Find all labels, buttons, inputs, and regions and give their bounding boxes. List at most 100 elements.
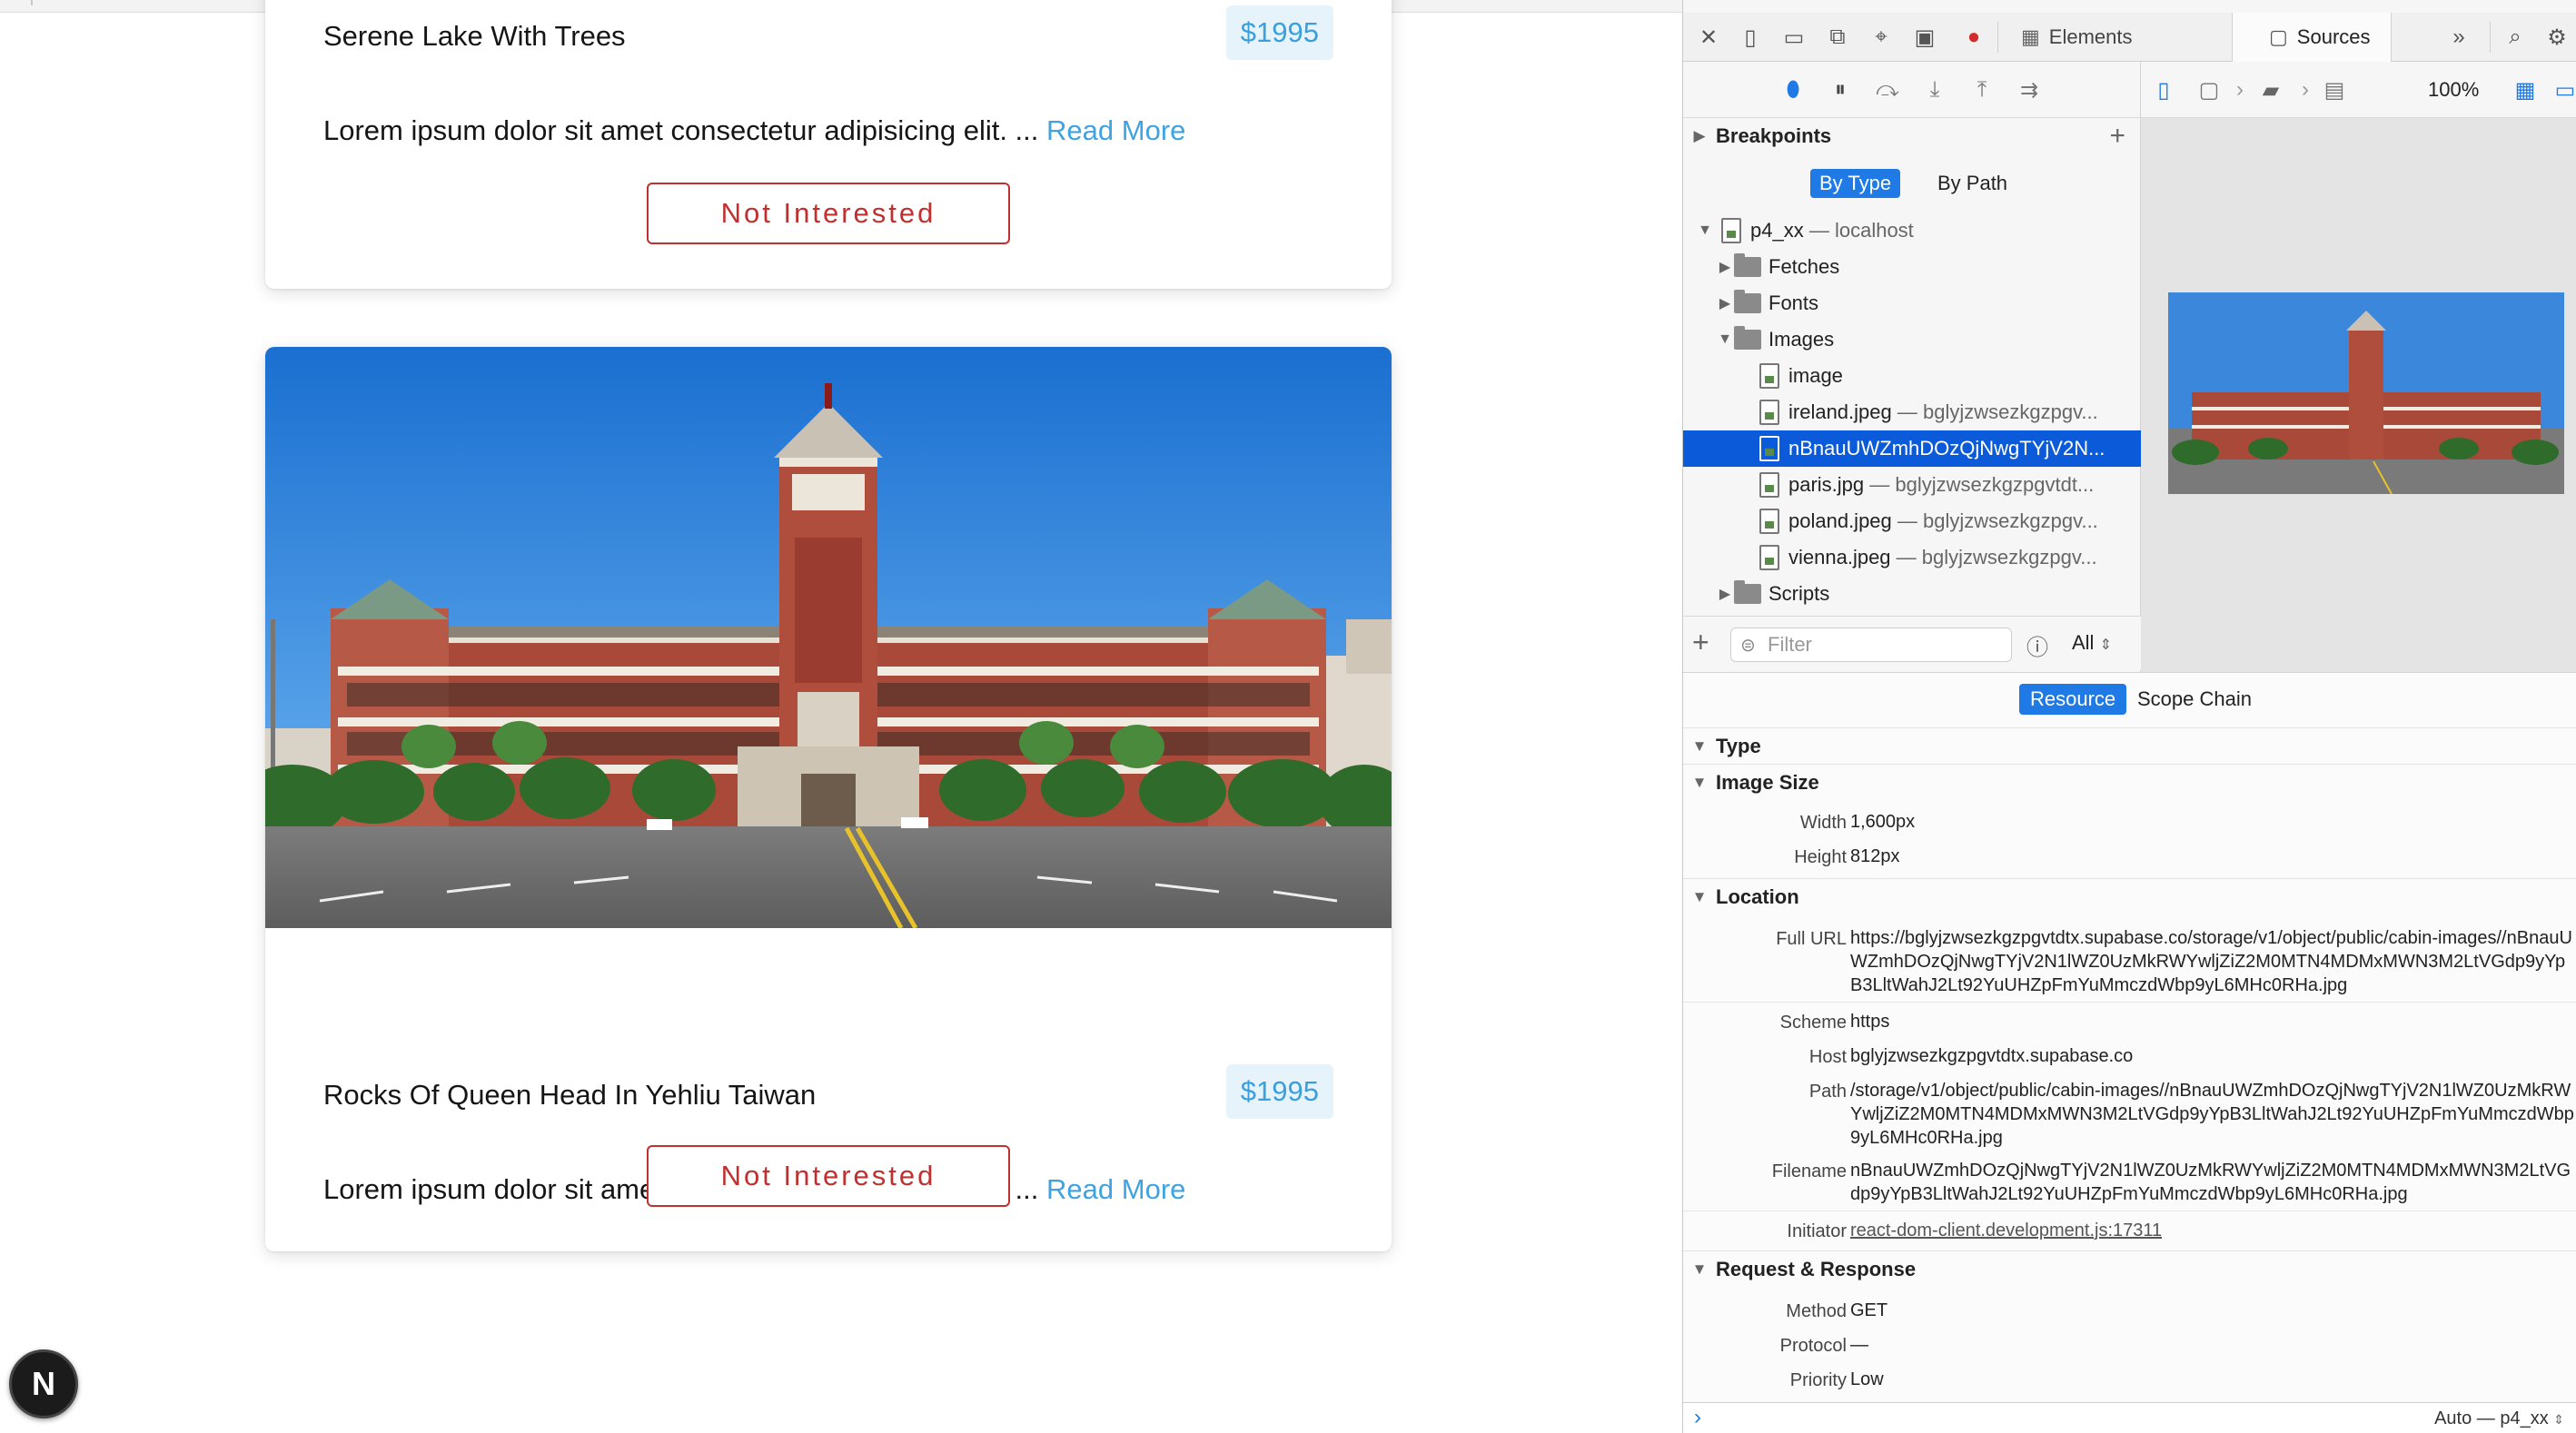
read-more-link[interactable]: Read More xyxy=(1046,114,1185,146)
tree-file[interactable]: vienna.jpeg — bglyjzwsezkgzpgv... xyxy=(1683,539,2141,576)
tree-folder-images[interactable]: ▼ Images xyxy=(1683,321,2141,358)
resource-scope-select[interactable]: All ⇕ xyxy=(2072,631,2112,655)
folder-icon[interactable]: ▰ xyxy=(2255,74,2286,105)
initiator-link[interactable]: react-dom-client.development.js:17311 xyxy=(1850,1219,2162,1242)
folder-label: Fonts xyxy=(1769,292,1819,314)
tree-file[interactable]: image xyxy=(1683,358,2141,394)
collapsed-triangle-icon: ▶ xyxy=(1719,587,1731,602)
scope-chain-tab[interactable]: Scope Chain xyxy=(2126,684,2263,715)
tree-folder-fonts[interactable]: ▶ Fonts xyxy=(1683,285,2141,321)
by-type-toggle[interactable]: By Type xyxy=(1810,169,1901,198)
image-file-icon xyxy=(1759,363,1779,389)
price-badge: $1995 xyxy=(1225,5,1333,60)
by-path-toggle[interactable]: By Path xyxy=(1928,169,2016,198)
tree-file[interactable]: ireland.jpeg — bglyjzwsezkgzpgv... xyxy=(1683,394,2141,430)
search-icon[interactable]: ⌕ xyxy=(2499,21,2531,54)
file-origin: — bglyjzwsezkgzpgvtdt... xyxy=(1869,473,2095,496)
initiator-label: Initiator xyxy=(1787,1221,1847,1241)
folder-label: Images xyxy=(1769,328,1835,351)
image-file-icon xyxy=(1759,472,1779,498)
path-value: /storage/v1/object/public/cabin-images//… xyxy=(1850,1081,2574,1148)
details-sidebar-icon[interactable]: ▭ xyxy=(2550,74,2576,105)
device-icon[interactable]: ▣ xyxy=(1908,21,1941,54)
collapsed-triangle-icon: ▶ xyxy=(1719,260,1731,275)
tree-file-selected[interactable]: nBnauUWZmhDOzQjNwgTYjV2N... xyxy=(1683,430,2141,467)
tree-file[interactable]: poland.jpeg — bglyjzwsezkgzpgv... xyxy=(1683,503,2141,539)
step-icon[interactable]: ⇉ xyxy=(2014,74,2045,105)
console-prompt-icon: › xyxy=(1694,1405,1701,1429)
cabin-card: Serene Lake With Trees $1995 Lorem ipsum… xyxy=(265,0,1392,289)
not-interested-button[interactable]: Not Interested xyxy=(647,183,1010,244)
zoom-level[interactable]: 100% xyxy=(2428,78,2479,102)
gear-icon[interactable]: ⚙ xyxy=(2541,21,2573,54)
filter-bar: + ⊜ Filter ⓘ All ⇕ xyxy=(1683,616,2141,670)
cabin-title: Rocks Of Queen Head In Yehliu Taiwan xyxy=(323,1079,817,1111)
nextjs-dev-indicator[interactable]: N xyxy=(9,1349,78,1418)
scope-label: All xyxy=(2072,631,2095,654)
read-more-link[interactable]: Read More xyxy=(1046,1173,1185,1205)
chevron-updown-icon: ⇕ xyxy=(2553,1412,2564,1427)
tab-elements[interactable]: ▦ Elements xyxy=(2010,13,2133,62)
sources-navigator: ⬮ ⏸ ⤼ ⤓ ⤒ ⇉ ▶ Breakpoints + By Type By P… xyxy=(1683,62,2141,672)
type-section-header[interactable]: ▼ Type xyxy=(1683,727,2576,764)
cabin-description: Lorem ipsum dolor sit amet consectetur a… xyxy=(323,114,1185,147)
full-url-value: https://bglyjzwsezkgzpgvtdtx.supabase.co… xyxy=(1850,928,2572,995)
filter-input[interactable]: ⊜ Filter xyxy=(1730,628,2012,662)
priority-value: Low xyxy=(1850,1369,1884,1389)
console-context-label: Auto — p4_xx xyxy=(2434,1408,2549,1428)
inspect-icon[interactable]: ⌖ xyxy=(1865,21,1897,54)
not-interested-button[interactable]: Not Interested xyxy=(647,1145,1010,1207)
document-icon: ▢ xyxy=(2198,77,2220,103)
close-icon[interactable]: ✕ xyxy=(1692,21,1725,54)
image-size-section-header[interactable]: ▼ Image Size xyxy=(1683,764,2576,800)
console-context-select[interactable]: Auto — p4_xx ⇕ xyxy=(2434,1408,2564,1429)
dock-bottom-icon[interactable]: ▭ xyxy=(1778,21,1810,54)
price-badge: $1995 xyxy=(1225,1064,1333,1119)
breakpoint-toggle-icon[interactable]: ⬮ xyxy=(1778,74,1808,105)
navigator-toggle-icon[interactable]: ▯ xyxy=(2148,74,2179,105)
image-background-icon[interactable]: ▦ xyxy=(2510,74,2541,105)
tree-root[interactable]: ▼ p4_xx — localhost xyxy=(1683,212,2141,249)
root-host: — localhost xyxy=(1808,219,1914,242)
add-icon[interactable]: + xyxy=(1692,626,1709,659)
info-icon[interactable]: ⓘ xyxy=(2026,629,2048,661)
host-label: Host xyxy=(1808,1047,1847,1067)
console-prompt-bar[interactable]: › Auto — p4_xx ⇕ xyxy=(1683,1402,2576,1433)
elements-icon: ▦ xyxy=(2021,25,2040,48)
add-breakpoint-icon[interactable]: + xyxy=(2109,121,2125,152)
detach-icon[interactable]: ⧉ xyxy=(1821,21,1854,54)
folder-label: Scripts xyxy=(1769,582,1830,605)
pause-icon[interactable]: ⏸ xyxy=(1825,74,1856,105)
cabin-image[interactable] xyxy=(265,347,1392,928)
file-origin: — bglyjzwsezkgzpgv... xyxy=(1897,400,2098,423)
method-value: GET xyxy=(1850,1300,1888,1320)
step-into-icon[interactable]: ⤓ xyxy=(1919,74,1950,105)
dock-left-icon[interactable]: ▯ xyxy=(1734,21,1767,54)
folder-icon xyxy=(1734,326,1761,350)
path-label: Path xyxy=(1808,1082,1847,1102)
tree-folder-fetches[interactable]: ▶ Fetches xyxy=(1683,249,2141,285)
step-out-icon[interactable]: ⤒ xyxy=(1967,74,1997,105)
filter-placeholder: Filter xyxy=(1768,633,1812,656)
more-tabs-icon[interactable]: » xyxy=(2442,21,2475,54)
width-value: 1,600px xyxy=(1850,812,1916,832)
step-over-icon[interactable]: ⤼ xyxy=(1872,74,1903,105)
protocol-value: — xyxy=(1850,1335,1868,1355)
breakpoints-title: Breakpoints xyxy=(1716,124,1832,147)
resource-tab[interactable]: Resource xyxy=(2019,684,2127,715)
error-icon[interactable]: ● xyxy=(1957,21,1990,54)
expanded-triangle-icon: ▼ xyxy=(1718,331,1732,347)
cabin-title: Serene Lake With Trees xyxy=(323,20,626,52)
image-file-icon[interactable]: ▤ xyxy=(2319,74,2350,105)
request-response-section-header[interactable]: ▼ Request & Response xyxy=(1683,1250,2576,1287)
tab-sources[interactable]: ▢ Sources xyxy=(2232,13,2392,62)
folder-label: Fetches xyxy=(1769,255,1840,278)
location-section-header[interactable]: ▼ Location xyxy=(1683,878,2576,914)
tree-folder-scripts[interactable]: ▶ Scripts xyxy=(1683,576,2141,612)
file-name: image xyxy=(1788,364,1843,387)
tree-file[interactable]: paris.jpg — bglyjzwsezkgzpgvtdt... xyxy=(1683,467,2141,503)
collapse-triangle-icon: ▶ xyxy=(1693,127,1706,144)
tab-elements-label: Elements xyxy=(2048,25,2133,48)
expanded-triangle-icon: ▼ xyxy=(1691,736,1708,755)
breakpoints-section-header[interactable]: ▶ Breakpoints + xyxy=(1683,118,2140,154)
